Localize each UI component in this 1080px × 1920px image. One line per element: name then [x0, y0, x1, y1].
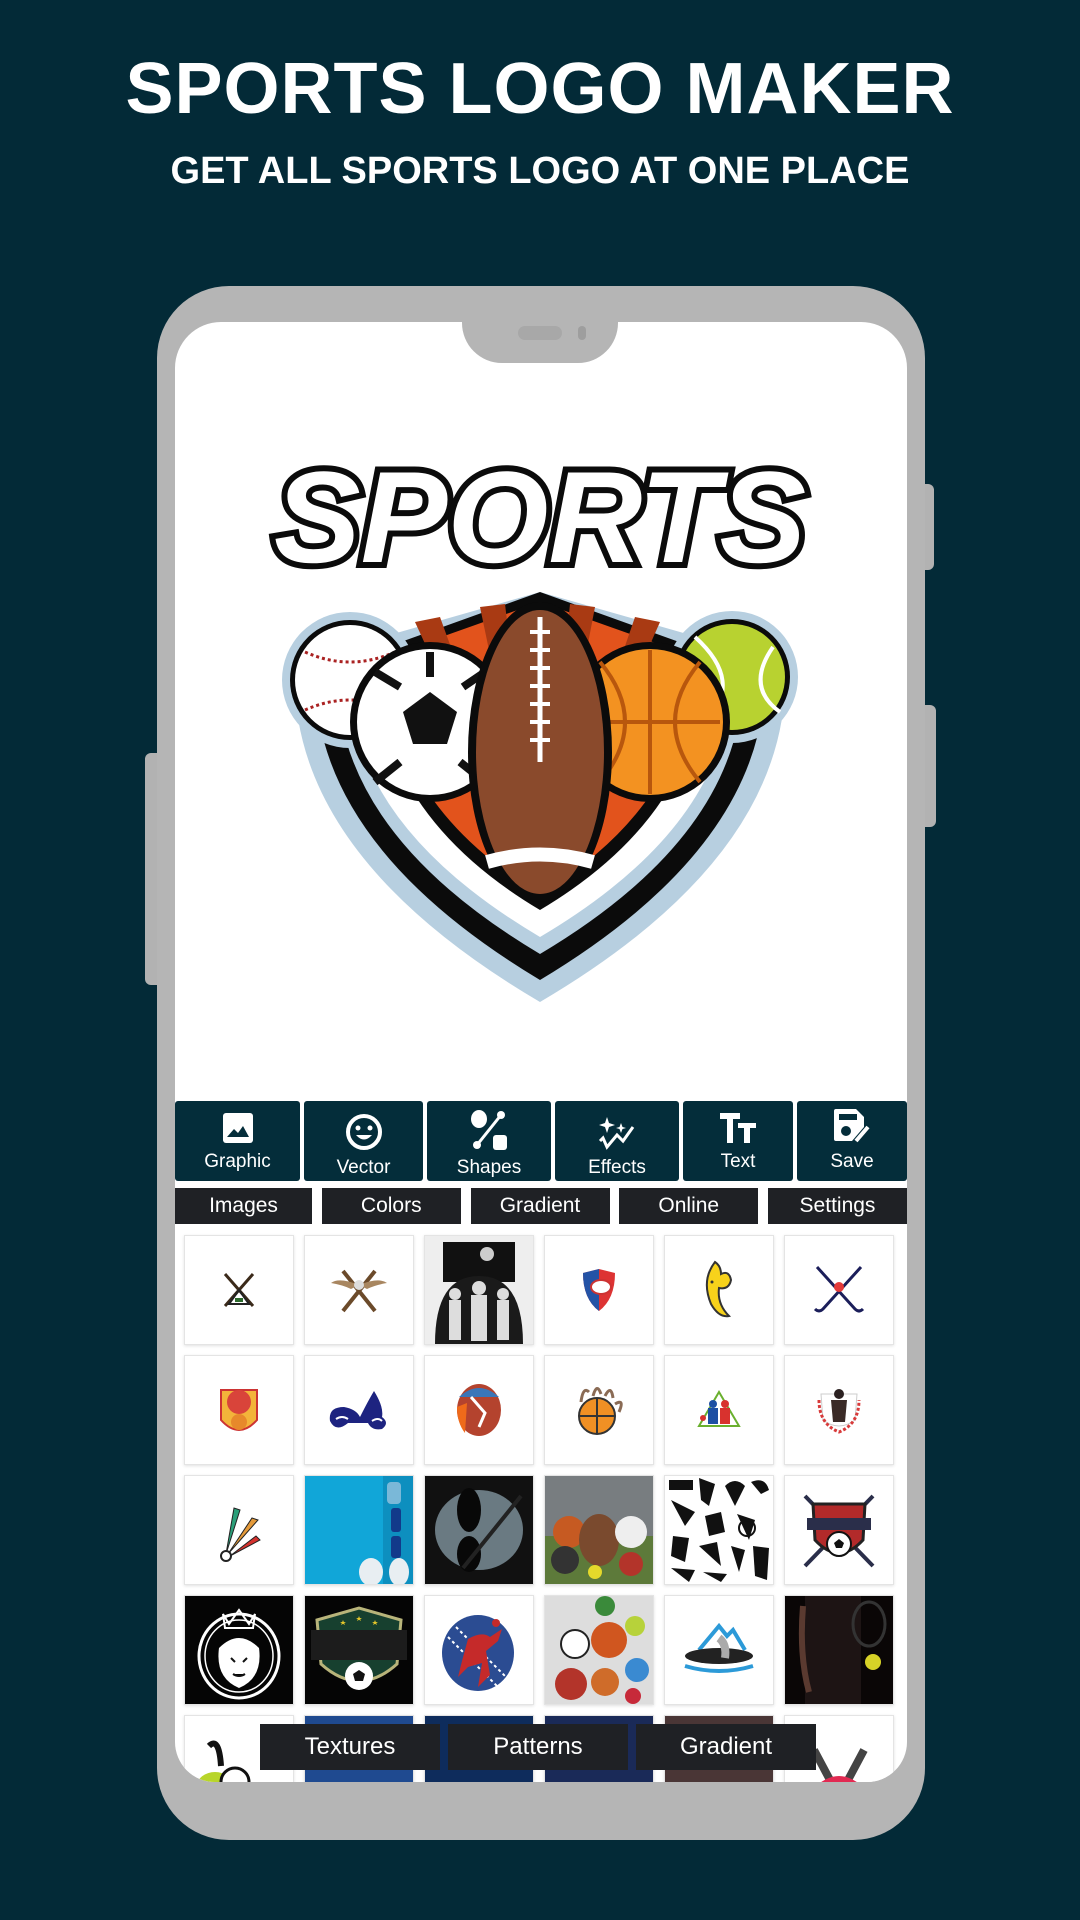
tab-settings[interactable]: Settings [768, 1188, 907, 1224]
tool-effects[interactable]: Effects [555, 1101, 679, 1181]
grid-item-rifle-deer[interactable] [184, 1235, 294, 1345]
tool-label: Text [720, 1151, 756, 1172]
category-tabs: Images Colors Gradient Online Settings [175, 1188, 907, 1224]
grid-item-motorbike[interactable] [304, 1355, 414, 1465]
tool-label: Save [830, 1151, 874, 1172]
cricket-bowler-icon [442, 1615, 514, 1691]
grid-item-claw-basketball[interactable] [544, 1355, 654, 1465]
tab-gradient[interactable]: Gradient [470, 1188, 610, 1224]
grid-item-banana-muscle[interactable] [664, 1235, 774, 1345]
grid-item-rugby-shield[interactable] [544, 1235, 654, 1345]
logo-canvas[interactable]: SPORTS [175, 322, 907, 1098]
tool-graphic[interactable]: Graphic [175, 1101, 300, 1181]
tennis-player-photo-icon [798, 1596, 887, 1704]
grid-item-fitness-photo[interactable] [304, 1475, 414, 1585]
speaker-icon [518, 326, 562, 340]
balls-pile-photo-icon [555, 1596, 649, 1704]
grid-item-tennis-player-photo[interactable] [784, 1595, 894, 1705]
grid-item-soccer-shield-swords[interactable] [784, 1475, 894, 1585]
tab-patterns[interactable]: Patterns [448, 1724, 628, 1770]
winged-bats-icon [331, 1269, 387, 1313]
rifle-deer-icon [223, 1273, 255, 1307]
tab-textures[interactable]: Textures [260, 1724, 440, 1770]
phone-screen: SPORTS Graphic Vector Shapes Effects Tex… [175, 322, 907, 1782]
tool-label: Shapes [456, 1157, 522, 1178]
promo-subtitle: GET ALL SPORTS LOGO AT ONE PLACE [170, 150, 910, 192]
sports-balls-photo-icon [545, 1514, 653, 1584]
image-icon [222, 1113, 253, 1143]
team-silhouette-icon [435, 1242, 523, 1344]
tool-label: Effects [588, 1157, 646, 1178]
grid-item-table-tennis[interactable] [664, 1355, 774, 1465]
hockey-sticks-icon [813, 1265, 865, 1313]
tool-vector[interactable]: Vector [304, 1101, 423, 1181]
logo-text: SPORTS [274, 444, 806, 590]
main-toolbar: Graphic Vector Shapes Effects Text Save [175, 1101, 907, 1181]
motorbike-icon [329, 1391, 386, 1430]
silhouettes-icon [669, 1478, 769, 1582]
save-edit-icon [834, 1109, 870, 1143]
grid-item-cricket-batsman[interactable] [424, 1355, 534, 1465]
bottom-tabs: Textures Patterns Gradient [260, 1724, 816, 1770]
text-size-icon [720, 1113, 756, 1143]
grid-item-sports-balls-photo[interactable] [544, 1475, 654, 1585]
tool-label: Vector [336, 1157, 391, 1178]
shapes-icon [471, 1110, 507, 1150]
boxer-laurel-icon [817, 1389, 861, 1434]
fitness-photo-icon [359, 1476, 413, 1584]
tool-shapes[interactable]: Shapes [427, 1101, 551, 1181]
soccer-badge-icon [311, 1606, 407, 1690]
grid-item-soccer-badge[interactable] [304, 1595, 414, 1705]
basketball-mascot-icon [220, 1389, 258, 1431]
logo-grid [184, 1235, 898, 1782]
tool-label: Graphic [204, 1151, 271, 1172]
grid-item-barbell-photo[interactable] [424, 1475, 534, 1585]
shuttlecock-icon [220, 1507, 261, 1562]
lion-crown-icon [197, 1608, 281, 1700]
kayak-mountain-icon [684, 1622, 754, 1673]
promo-title: SPORTS LOGO MAKER [125, 49, 955, 129]
tab-images[interactable]: Images [175, 1188, 312, 1224]
grid-item-cricket-bowler[interactable] [424, 1595, 534, 1705]
grid-item-shuttlecock[interactable] [184, 1475, 294, 1585]
table-tennis-icon [697, 1390, 741, 1427]
tab-gradient-bottom[interactable]: Gradient [636, 1724, 816, 1770]
grid-item-basketball-mascot[interactable] [184, 1355, 294, 1465]
smiley-icon [345, 1114, 382, 1150]
sparkle-icon [598, 1117, 635, 1150]
grid-item-team-silhouette[interactable] [424, 1235, 534, 1345]
grid-item-lion-crown[interactable] [184, 1595, 294, 1705]
camera-icon [578, 326, 586, 340]
tool-save[interactable]: Save [797, 1101, 907, 1181]
claw-basketball-icon [578, 1387, 623, 1435]
tool-text[interactable]: Text [683, 1101, 793, 1181]
grid-item-winged-bats[interactable] [304, 1235, 414, 1345]
grid-item-kayak-mountain[interactable] [664, 1595, 774, 1705]
tab-colors[interactable]: Colors [321, 1188, 461, 1224]
rugby-shield-icon [583, 1269, 615, 1311]
grid-item-boxer-laurel[interactable] [784, 1355, 894, 1465]
grid-item-balls-pile-photo[interactable] [544, 1595, 654, 1705]
sports-shield-logo[interactable]: SPORTS [225, 432, 855, 1062]
cricket-batsman-icon [457, 1384, 501, 1436]
soccer-shield-swords-icon [803, 1494, 875, 1568]
grid-item-hockey-sticks[interactable] [784, 1235, 894, 1345]
banana-muscle-icon [705, 1260, 733, 1318]
grid-item-silhouettes[interactable] [664, 1475, 774, 1585]
tab-online[interactable]: Online [619, 1188, 759, 1224]
barbell-photo-icon [435, 1488, 523, 1572]
